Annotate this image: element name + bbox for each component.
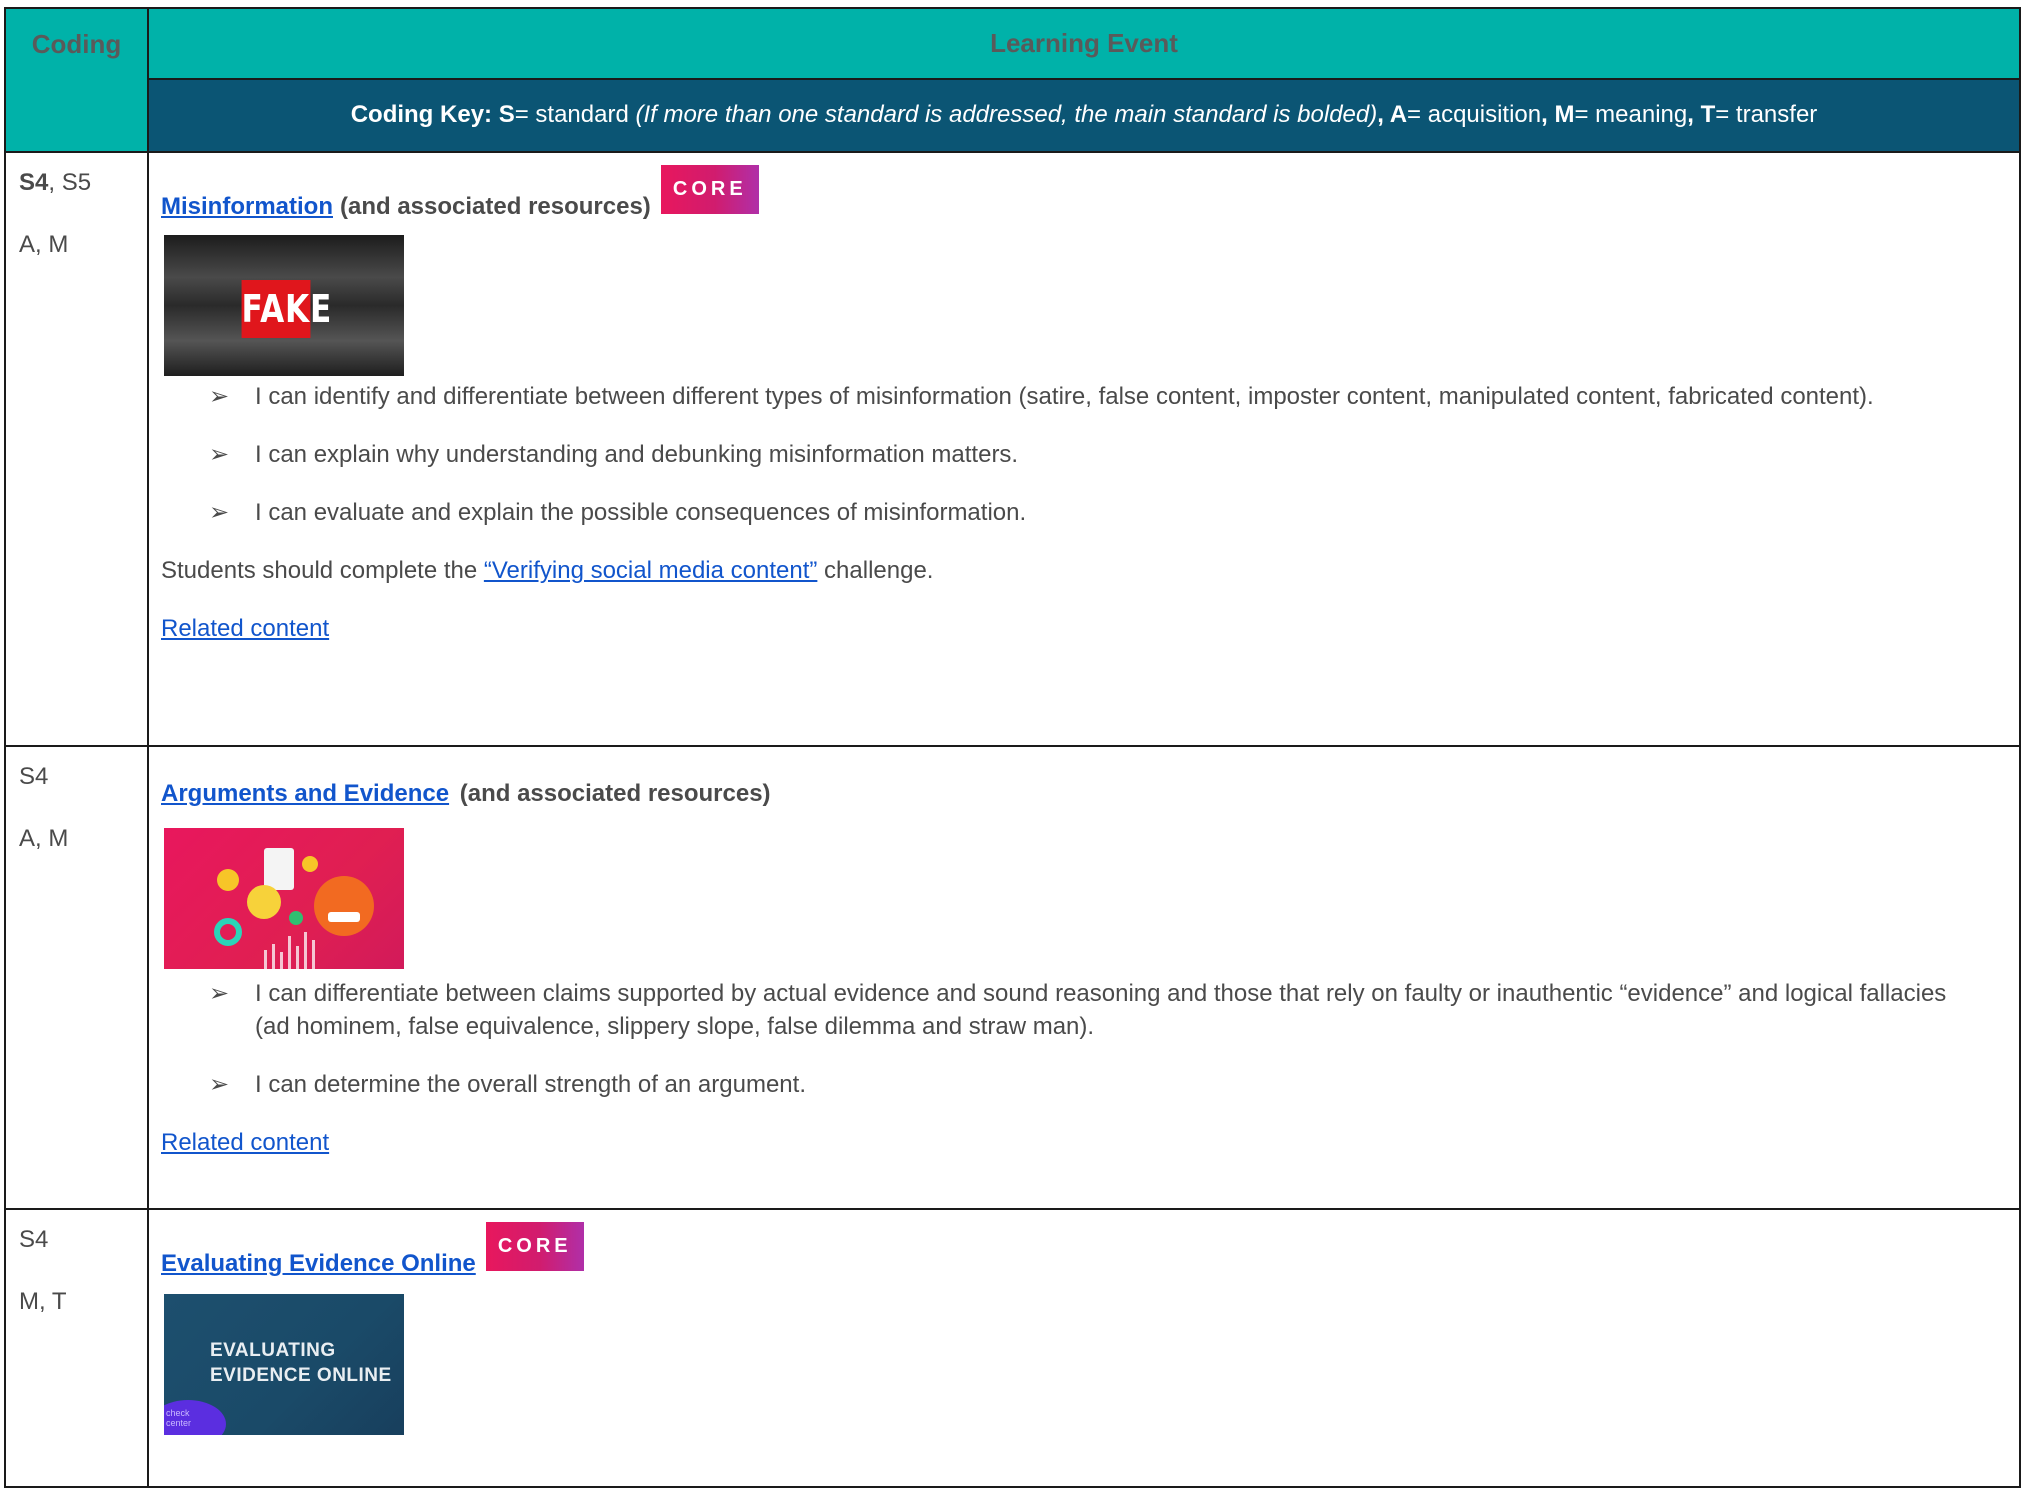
learning-event-cell: Arguments and Evidence (and associated r… [147, 745, 2021, 1210]
event-title-line: Misinformation (and associated resources… [161, 165, 2019, 221]
arguments-thumbnail[interactable] [164, 828, 404, 969]
core-badge: CORE [660, 165, 759, 214]
coding-header-label: Coding [31, 29, 122, 59]
thumbnail-logo: check center [166, 1408, 192, 1428]
key-s-def: = standard [514, 101, 636, 129]
key-t: T [1700, 101, 1716, 129]
objectives-list: ➢ I can differentiate between claims supp… [161, 977, 2019, 1101]
codes: A, M [19, 231, 69, 258]
event-title-line: Arguments and Evidence (and associated r… [161, 777, 2019, 810]
arrow-icon: ➢ [209, 441, 230, 468]
learning-event-cell: Evaluating Evidence Online CORE EVALUATI… [147, 1208, 2021, 1488]
arguments-evidence-link[interactable]: Arguments and Evidence [161, 780, 449, 807]
page: Coding Learning Event Coding Key: S= sta… [0, 0, 2021, 1488]
coding-header: Coding [4, 7, 149, 153]
key-a: A [1389, 101, 1408, 129]
arrow-icon: ➢ [209, 1071, 230, 1098]
list-item: ➢ I can explain why understanding and deb… [209, 438, 2019, 471]
evaluating-evidence-link[interactable]: Evaluating Evidence Online [161, 1250, 476, 1278]
list-item: ➢ I can evaluate and explain the possible… [209, 496, 2019, 529]
table-row: S4 M, T Evaluating Evidence Online CORE … [4, 1208, 2021, 1488]
coding-cell: S4 M, T [4, 1208, 149, 1488]
thumbnail-caption: EVALUATING EVIDENCE ONLINE [210, 1340, 392, 1386]
key-t-def: = transfer [1715, 101, 1818, 129]
codes: A, M [19, 825, 69, 852]
core-badge: CORE [485, 1222, 584, 1271]
coding-cell: S4, S5 A, M [4, 151, 149, 747]
key-m: M [1554, 101, 1575, 129]
misinformation-thumbnail[interactable]: FAKE [164, 235, 404, 376]
related-content-link[interactable]: Related content [161, 615, 329, 642]
arrow-icon: ➢ [209, 499, 230, 526]
codes: M, T [19, 1288, 67, 1315]
list-item: ➢ I can differentiate between claims supp… [209, 977, 2019, 1043]
coding-key-label: Coding Key: [350, 101, 493, 129]
related-content-link[interactable]: Related content [161, 1129, 329, 1156]
related-content-paragraph: Related content [161, 612, 2019, 645]
title-suffix: (and associated resources) [459, 780, 771, 807]
learning-event-cell: Misinformation (and associated resources… [147, 151, 2021, 747]
key-s: S [498, 101, 515, 129]
verifying-social-media-link[interactable]: “Verifying social media content” [484, 557, 818, 584]
related-content-paragraph: Related content [161, 1126, 2019, 1159]
learning-event-header: Learning Event [147, 7, 2021, 80]
challenge-note: Students should complete the “Verifying … [161, 557, 934, 584]
objectives-list: ➢ I can identify and differentiate betwee… [161, 380, 2019, 529]
coding-cell: S4 A, M [4, 745, 149, 1210]
evaluating-evidence-thumbnail[interactable]: EVALUATING EVIDENCE ONLINE check center [164, 1294, 404, 1435]
table-row: S4 A, M Arguments and Evidence (and asso… [4, 745, 2021, 1210]
coding-key: Coding Key: S= standard (If more than on… [147, 77, 2021, 154]
standards: S4, S5 [19, 169, 92, 196]
misinformation-link[interactable]: Misinformation [161, 193, 333, 221]
table-row: S4, S5 A, M Misinformation (and associat… [4, 151, 2021, 747]
key-m-def: = meaning [1574, 101, 1688, 129]
standards: S4 [19, 763, 49, 790]
key-a-def: = acquisition [1407, 101, 1542, 129]
arrow-icon: ➢ [209, 383, 230, 410]
learning-events-table: Coding Learning Event Coding Key: S= sta… [4, 7, 2021, 1488]
fake-label: FAKE [241, 280, 331, 338]
event-title-line: Evaluating Evidence Online CORE [161, 1222, 2019, 1278]
emoji-illustration [214, 848, 374, 969]
standards: S4 [19, 1226, 49, 1253]
arrow-icon: ➢ [209, 980, 230, 1007]
list-item: ➢ I can identify and differentiate betwee… [209, 380, 2019, 413]
key-s-note: (If more than one standard is addressed,… [635, 101, 1378, 129]
title-suffix: (and associated resources) [340, 193, 651, 220]
list-item: ➢ I can determine the overall strength of… [209, 1068, 2019, 1101]
